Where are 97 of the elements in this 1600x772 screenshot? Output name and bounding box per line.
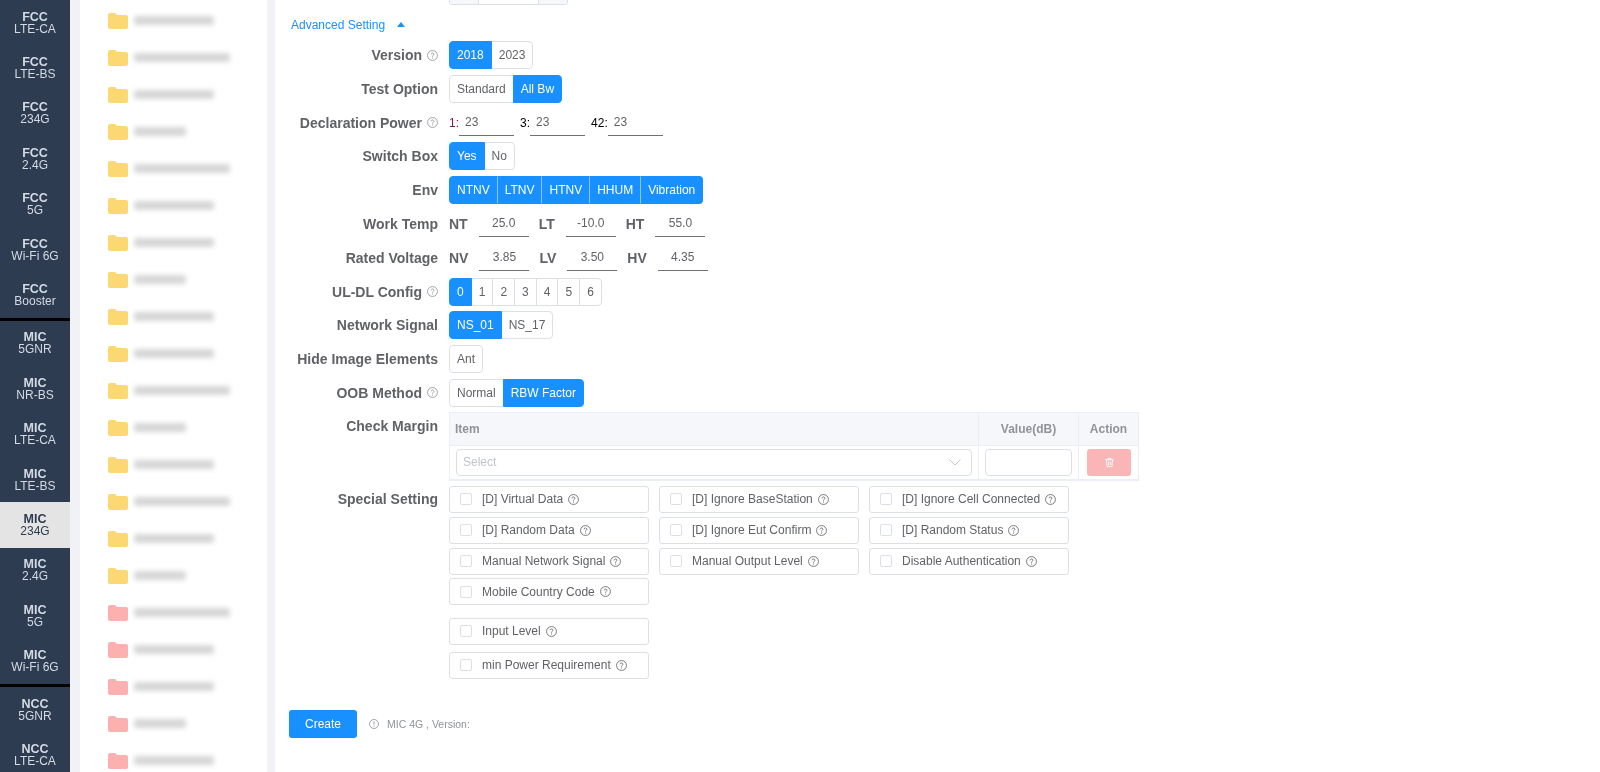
checkbox[interactable] <box>460 625 472 638</box>
field-label: HV <box>627 249 647 266</box>
input-field[interactable]: 3.85 <box>479 244 530 271</box>
help-icon[interactable] <box>427 117 438 129</box>
checkbox-option[interactable]: Disable Authentication <box>869 547 1069 575</box>
option-button[interactable]: 2 <box>492 277 516 306</box>
input-field[interactable]: 25.0 <box>478 211 529 237</box>
trash-icon <box>1103 456 1115 468</box>
checkbox-option[interactable]: [D] Virtual Data <box>449 485 649 513</box>
blurred-label <box>134 127 186 136</box>
help-icon[interactable] <box>807 555 819 567</box>
help-icon[interactable] <box>610 555 622 567</box>
option-button[interactable]: 3 <box>514 277 537 306</box>
option-button[interactable]: 5 <box>557 277 581 306</box>
option-button[interactable]: Normal <box>449 378 504 407</box>
checkbox[interactable] <box>880 524 892 537</box>
checkbox-option[interactable]: Mobile Country Code <box>449 578 649 606</box>
field-label: Switch Box <box>362 148 438 165</box>
field-label: OOB Method <box>336 384 422 401</box>
checkbox[interactable] <box>670 493 682 506</box>
checkbox-option[interactable]: Manual Output Level <box>659 547 859 575</box>
field-label: Declaration Power <box>299 114 422 131</box>
column-header: Action <box>1079 412 1139 446</box>
field-label: Work Temp <box>363 216 438 232</box>
field-label: Env <box>412 182 438 199</box>
checkbox-option[interactable]: [D] Ignore BaseStation <box>659 485 859 513</box>
checkbox-option[interactable]: Input Level <box>449 617 649 645</box>
field-label: LV <box>539 249 557 266</box>
checkbox-option[interactable]: [D] Random Data <box>449 516 649 544</box>
blurred-label <box>134 719 186 728</box>
input-field[interactable]: 55.0 <box>655 211 706 237</box>
checkbox[interactable] <box>460 555 472 568</box>
checkbox[interactable] <box>880 493 892 506</box>
field-label: NT <box>449 216 468 232</box>
help-icon[interactable] <box>1008 524 1020 536</box>
checkbox[interactable] <box>670 524 682 537</box>
input-field[interactable]: 23 <box>459 109 514 136</box>
field-label: Network Signal <box>336 317 438 334</box>
help-icon[interactable] <box>545 625 557 637</box>
band-label: 1: <box>449 115 459 130</box>
band-label: 42: <box>591 115 608 130</box>
help-icon[interactable] <box>599 586 611 598</box>
input-field[interactable]: -10.0 <box>565 211 616 237</box>
help-icon[interactable] <box>817 493 829 505</box>
field-label: Rated Voltage <box>345 249 438 266</box>
input-field[interactable]: 23 <box>530 109 586 136</box>
checkbox-option[interactable]: [D] Random Status <box>869 516 1069 544</box>
checkbox-option[interactable]: [D] Ignore Cell Connected <box>869 485 1069 513</box>
help-icon[interactable] <box>615 659 627 671</box>
help-icon[interactable] <box>579 524 591 536</box>
field-label: Hide Image Elements <box>297 351 438 368</box>
option-button[interactable]: 2023 <box>490 41 534 69</box>
column-header: Value(dB) <box>979 412 1079 446</box>
blurred-label <box>134 275 186 284</box>
blurred-label <box>134 423 186 432</box>
field-label: NV <box>449 249 469 266</box>
checkbox[interactable] <box>460 585 472 598</box>
column-header: Item <box>450 412 979 446</box>
section-toggle[interactable]: Advanced Setting <box>291 15 406 34</box>
field-label: HT <box>625 216 645 232</box>
option-button[interactable]: 6 <box>579 277 602 306</box>
input-field[interactable]: 23 <box>607 109 663 136</box>
help-icon[interactable] <box>427 286 438 298</box>
checkbox-option[interactable]: [D] Ignore Eut Confirm <box>659 516 859 544</box>
checkbox[interactable] <box>460 524 472 537</box>
field-label: LT <box>538 216 555 232</box>
version-note: MIC 4G , Version: <box>387 717 470 730</box>
field-label: Check Margin <box>346 417 438 434</box>
input-field[interactable] <box>985 448 1072 476</box>
sidebar-item[interactable]: MIC 234G <box>0 502 70 548</box>
help-icon[interactable] <box>816 524 828 536</box>
help-icon[interactable] <box>427 387 438 399</box>
help-icon[interactable] <box>568 493 580 505</box>
help-icon[interactable] <box>427 49 438 61</box>
help-icon[interactable] <box>1045 493 1057 505</box>
option-button[interactable]: Ant <box>449 345 483 374</box>
checkbox[interactable] <box>460 659 472 672</box>
checkbox[interactable] <box>460 493 472 506</box>
option-button[interactable]: Standard <box>449 74 514 103</box>
field-label: Test Option <box>361 80 438 97</box>
checkbox[interactable] <box>670 555 682 568</box>
checkbox-option[interactable]: Manual Network Signal <box>449 547 649 575</box>
info-icon <box>369 718 379 729</box>
option-button[interactable]: NS_17 <box>500 311 554 340</box>
field-label: UL-DL Config <box>332 283 422 300</box>
help-icon[interactable] <box>1025 555 1037 567</box>
checkbox[interactable] <box>880 555 892 568</box>
field-label: Version <box>371 47 422 63</box>
input-field[interactable]: 3.50 <box>567 244 618 271</box>
input-field[interactable]: 4.35 <box>657 244 708 271</box>
field-label: Special Setting <box>337 491 438 508</box>
blurred-label <box>134 571 186 580</box>
stepper-field[interactable] <box>449 0 568 5</box>
option-button[interactable]: No <box>483 142 515 171</box>
band-label: 3: <box>520 115 531 130</box>
checkbox-option[interactable]: min Power Requirement <box>449 651 649 679</box>
chevron-down-icon <box>949 458 961 466</box>
